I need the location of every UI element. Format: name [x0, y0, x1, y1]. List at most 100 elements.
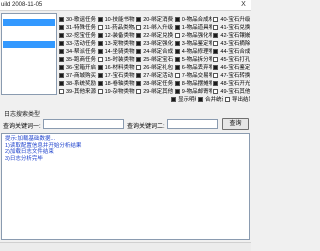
item-type-checkbox[interactable]: 48-宝石开光物品 [212, 80, 250, 88]
item-type-checkbox[interactable]: 33-活动任务物品 [58, 40, 96, 48]
item-type-checkbox[interactable]: 35-跑商任务物品 [58, 56, 96, 64]
list-row[interactable] [3, 41, 55, 48]
item-type-checkbox[interactable]: 38-系统奖励物品 [58, 80, 96, 88]
checkbox-box[interactable] [174, 33, 180, 38]
checkbox-box[interactable] [97, 89, 103, 94]
list-row[interactable] [3, 30, 55, 37]
checkbox-box[interactable] [59, 65, 64, 70]
checkbox-box[interactable] [174, 49, 180, 54]
checkbox-box[interactable] [174, 65, 180, 70]
checkbox-box[interactable] [174, 57, 180, 62]
item-type-checkbox[interactable]: 15-时装类物品 [97, 56, 135, 64]
item-type-checkbox[interactable]: 31-特殊任务物品 [58, 24, 96, 32]
item-type-checkbox[interactable]: 49-宝石其他物品 [212, 88, 250, 94]
checkbox-box[interactable] [59, 41, 64, 46]
item-type-checkbox[interactable]: 6-物品丢弃物品 [174, 64, 212, 72]
item-type-checkbox[interactable]: 36-宝箱开启物品 [58, 64, 96, 72]
item-type-checkbox[interactable]: 16-材料类物品 [97, 64, 135, 72]
checkbox-box[interactable] [213, 33, 219, 38]
item-type-checkbox[interactable]: 43-宝石摘除物品 [212, 40, 250, 48]
checkbox-box[interactable] [59, 73, 64, 78]
checkbox-box[interactable] [136, 17, 142, 22]
item-type-checkbox[interactable]: 26-绑定礼包物品 [135, 64, 173, 72]
item-type-checkbox[interactable]: 45-宝石打孔物品 [212, 56, 250, 64]
option-checkbox[interactable]: 合并统计 [197, 96, 223, 104]
checkbox-box[interactable] [174, 25, 180, 30]
checkbox-box[interactable] [136, 65, 142, 70]
item-type-checkbox[interactable]: 13-宠物类物品 [97, 40, 135, 48]
checkbox-box[interactable] [97, 73, 103, 78]
category-list[interactable] [1, 13, 57, 95]
option-checkbox[interactable]: 导出结果 [224, 96, 250, 104]
item-type-checkbox[interactable]: 5-物品拆分物品 [174, 56, 212, 64]
item-type-checkbox[interactable]: 42-宝石镶嵌物品 [212, 32, 250, 40]
item-type-checkbox[interactable]: 22-绑定兑换物品 [135, 32, 173, 40]
checkbox-box[interactable] [213, 17, 219, 22]
item-type-checkbox[interactable]: 20-绑定消费物品 [135, 16, 173, 24]
checkbox-box[interactable] [213, 57, 219, 62]
item-type-checkbox[interactable]: 40-宝石升级材料 [212, 16, 250, 24]
checkbox-box[interactable] [136, 25, 142, 30]
item-type-checkbox[interactable]: 21-绑入升级材料 [135, 24, 173, 32]
checkbox-box[interactable] [174, 73, 180, 78]
checkbox-box[interactable] [136, 89, 142, 94]
item-type-checkbox[interactable]: 24-绑定合成物品 [135, 48, 173, 56]
item-type-checkbox[interactable]: 7-物品交易物品 [174, 72, 212, 80]
item-type-checkbox[interactable]: 19-杂物类物品 [97, 88, 135, 94]
checkbox-box[interactable] [174, 81, 180, 86]
checkbox-box[interactable] [225, 97, 230, 102]
checkbox-box[interactable] [171, 97, 176, 102]
item-type-checkbox[interactable]: 18-卷轴类物品 [97, 80, 135, 88]
checkbox-box[interactable] [198, 97, 203, 102]
item-type-checkbox[interactable]: 4-物品修理物品 [174, 48, 212, 56]
item-type-checkbox[interactable]: 39-其他来源物品 [58, 88, 96, 94]
checkbox-box[interactable] [59, 49, 64, 54]
keyword2-input[interactable] [167, 119, 218, 129]
checkbox-box[interactable] [213, 73, 219, 78]
checkbox-box[interactable] [213, 81, 219, 86]
item-type-checkbox[interactable]: 0-物品合成材料 [174, 16, 212, 24]
checkbox-box[interactable] [97, 41, 103, 46]
checkbox-box[interactable] [136, 49, 142, 54]
checkbox-box[interactable] [97, 17, 103, 22]
item-type-checkbox[interactable]: 25-绑定宝石物品 [135, 56, 173, 64]
item-type-checkbox[interactable]: 47-宝石转换物品 [212, 72, 250, 80]
checkbox-box[interactable] [59, 89, 64, 94]
item-type-checkbox[interactable]: 12-装备类物品 [97, 32, 135, 40]
checkbox-box[interactable] [59, 81, 64, 86]
item-type-checkbox[interactable]: 14-坐骑类物品 [97, 48, 135, 56]
checkbox-box[interactable] [174, 41, 180, 46]
item-type-checkbox[interactable]: 32-挖宝任务物品 [58, 32, 96, 40]
checkbox-box[interactable] [213, 25, 219, 30]
checkbox-box[interactable] [136, 57, 142, 62]
checkbox-box[interactable] [213, 41, 219, 46]
item-type-checkbox[interactable]: 37-商城购买物品 [58, 72, 96, 80]
item-type-checkbox[interactable]: 9-物品邮寄物品 [174, 88, 212, 94]
item-type-checkbox[interactable]: 34-帮派任务物品 [58, 48, 96, 56]
checkbox-box[interactable] [97, 81, 103, 86]
item-type-checkbox[interactable]: 30-歌谣任务物品 [58, 16, 96, 24]
log-output[interactable]: 提示:加载基础数据... 1)读取配置信息并开始分析结果 2)加载日志文件结束 3)日… [1, 133, 250, 240]
checkbox-box[interactable] [136, 33, 142, 38]
item-type-checkbox[interactable]: 11-药品类物品 [97, 24, 135, 32]
checkbox-box[interactable] [59, 57, 64, 62]
checkbox-box[interactable] [136, 73, 142, 78]
checkbox-box[interactable] [59, 25, 64, 30]
item-type-checkbox[interactable]: 46-宝石鉴定物品 [212, 64, 250, 72]
item-type-checkbox[interactable]: 8-物品摆摊物品 [174, 80, 212, 88]
checkbox-box[interactable] [97, 65, 103, 70]
item-type-checkbox[interactable]: 1-物品道具物品 [174, 24, 212, 32]
close-button[interactable]: X [238, 1, 249, 9]
checkbox-box[interactable] [97, 49, 103, 54]
item-type-checkbox[interactable]: 2-物品强化物品 [174, 32, 212, 40]
query-button[interactable]: 查询 [222, 118, 249, 130]
checkbox-box[interactable] [136, 41, 142, 46]
checkbox-box[interactable] [97, 57, 103, 62]
checkbox-box[interactable] [213, 65, 219, 70]
item-type-checkbox[interactable]: 28-绑定任务物品 [135, 80, 173, 88]
item-type-checkbox[interactable]: 27-绑定活动物品 [135, 72, 173, 80]
list-row[interactable] [3, 19, 55, 26]
item-type-checkbox[interactable]: 41-宝石兑换物品 [212, 24, 250, 32]
option-checkbox[interactable]: 显示明细 [170, 96, 196, 104]
item-type-checkbox[interactable]: 10-技能书物品 [97, 16, 135, 24]
